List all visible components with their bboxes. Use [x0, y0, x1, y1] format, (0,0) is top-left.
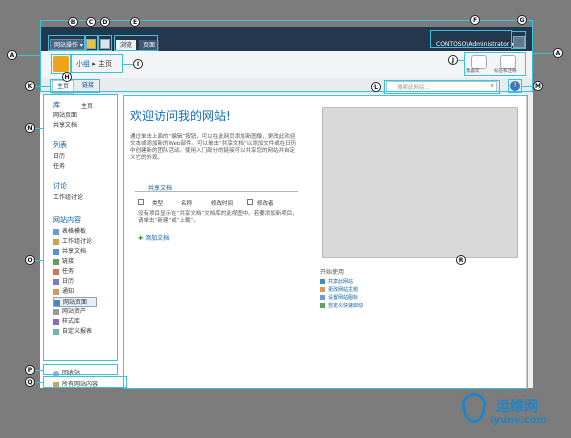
watermark-title: 运维网 [496, 399, 538, 415]
callout-marker-i: I [133, 59, 143, 69]
callout-frame-d [98, 35, 112, 51]
leader-i [123, 64, 133, 65]
leader-m [522, 86, 532, 87]
callout-frame-j [464, 52, 526, 76]
callout-marker-j: J [448, 55, 458, 65]
callout-marker-c: C [86, 17, 96, 27]
watermark-url: iyunv.com [490, 415, 547, 426]
callout-frame-k [50, 79, 100, 93]
callout-frame-recycle [43, 364, 118, 375]
callout-marker-a-right: A [553, 48, 563, 58]
callout-marker-l: L [371, 82, 381, 92]
leader-a-right [533, 53, 553, 54]
callout-frame-f [430, 30, 512, 48]
callout-marker-p: P [25, 365, 35, 375]
callout-marker-g: G [517, 15, 527, 25]
callout-frame-b [48, 35, 86, 51]
callout-frame-m [508, 79, 522, 93]
callout-marker-m: M [533, 81, 543, 91]
callout-marker-k: K [25, 81, 35, 91]
callout-marker-h: H [62, 72, 72, 82]
callout-frame-g [511, 31, 526, 49]
callout-marker-b: B [68, 17, 78, 27]
callout-frame-e [114, 35, 158, 51]
callout-frame-left [43, 94, 118, 361]
callout-frame-c [84, 35, 98, 51]
callout-marker-e: E [130, 17, 140, 27]
callout-frame-l [384, 80, 500, 94]
callout-marker-o: O [25, 255, 35, 265]
watermark-logo [462, 393, 486, 423]
callout-marker-a: A [7, 50, 17, 60]
callout-marker-d: D [100, 17, 110, 27]
callout-marker-r: R [456, 255, 466, 265]
callout-marker-f: F [470, 15, 480, 25]
callout-marker-n: N [25, 123, 35, 133]
callout-frame-h [51, 54, 71, 74]
callout-frame-allcontent [43, 376, 127, 388]
callout-frame-i [71, 54, 123, 73]
callout-marker-q: Q [25, 377, 35, 387]
callout-frame-main [123, 95, 528, 389]
leader-a-left [18, 55, 40, 56]
